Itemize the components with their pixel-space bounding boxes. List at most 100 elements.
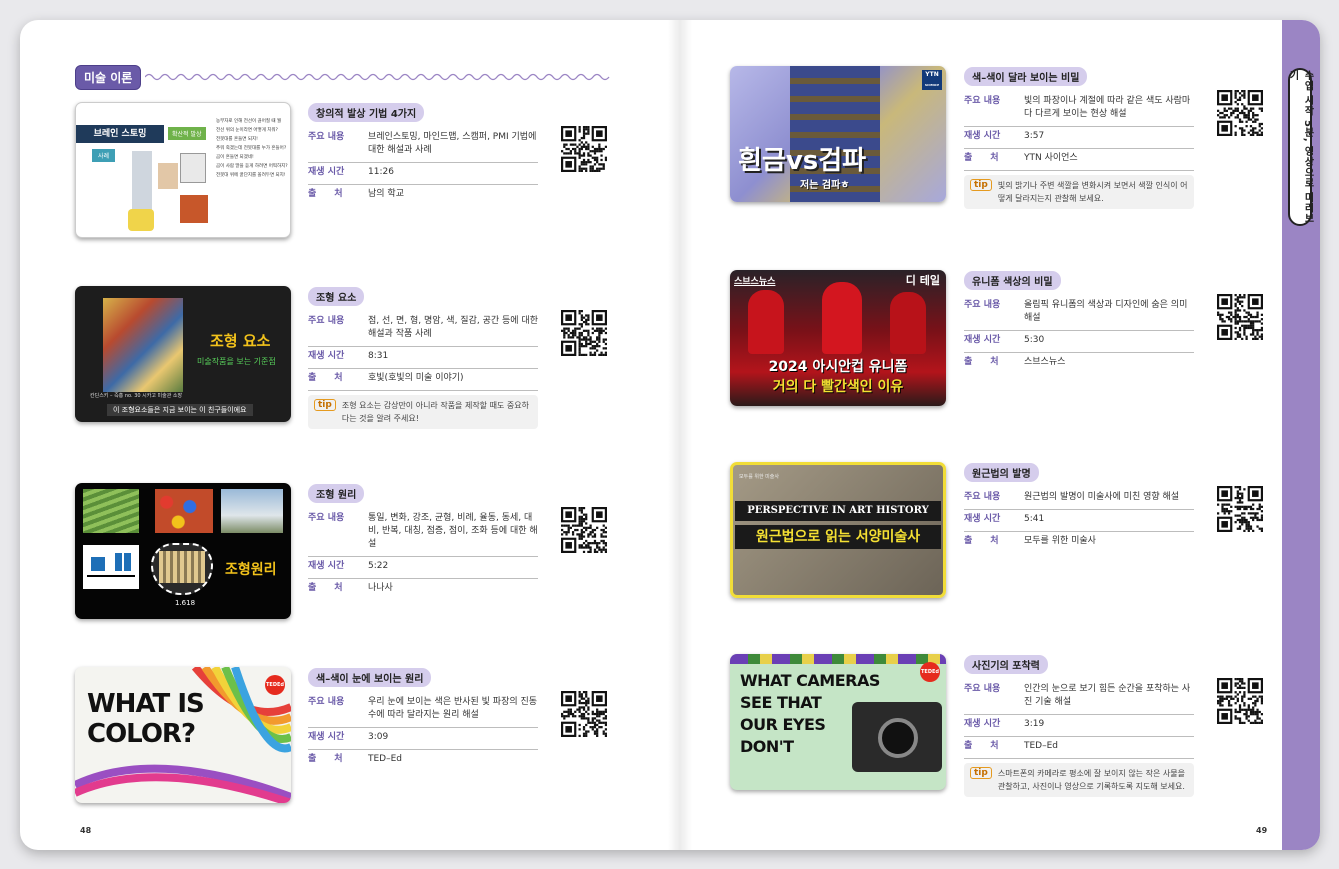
thumb-caption-top: 칸딘스키 – 즉흥 no. 30 시카고 미술관 소장	[90, 393, 183, 399]
video-thumbnail-perspective[interactable]: 모두를 위한 미술사 PERSPECTIVE IN ART HISTORY 원근…	[730, 462, 946, 598]
content-label: 주요 내용	[308, 513, 345, 523]
thumb-tile	[83, 545, 139, 589]
source-row: 출 처 호빛(호빛의 미술 이야기)	[308, 369, 538, 391]
content-value: 통일, 변화, 강조, 균형, 비례, 율동, 동세, 대비, 반복, 대칭, …	[368, 513, 538, 549]
source-value: TED–Ed	[1024, 741, 1059, 751]
thumb-main: 조형 요소	[210, 332, 271, 350]
sidebar-tab[interactable]: 수업 시작 5분, 영상으로 미리보기	[1287, 68, 1313, 226]
thumb-sub: 미술작품을 보는 기준점	[197, 357, 276, 366]
thumb-painting	[103, 298, 183, 392]
qr-code-icon[interactable]	[561, 691, 607, 737]
thumb-line: SEE THAT	[740, 693, 822, 712]
qr-code-icon[interactable]	[561, 310, 607, 356]
video-thumbnail-form-principles[interactable]: 1.618 조형원리	[75, 483, 291, 619]
source-row: 출 처 스브스뉴스	[964, 353, 1194, 374]
source-value: 스브스뉴스	[1024, 357, 1066, 367]
content-row: 주요 내용 인간의 눈으로 보기 힘든 순간을 포착하는 사진 기술 해설	[964, 680, 1194, 715]
duration-row: 재생 시간 5:30	[964, 331, 1194, 353]
video-title: 색–색이 눈에 보이는 원리	[308, 668, 432, 687]
video-thumbnail-what-is-color[interactable]: TEDEd WHAT IS COLOR?	[75, 667, 291, 803]
source-label: 출 처	[308, 754, 343, 764]
qr-code-icon[interactable]	[1217, 678, 1263, 724]
content-label: 주요 내용	[308, 316, 345, 326]
tip-badge: tip	[970, 767, 992, 779]
duration-value: 3:19	[1024, 719, 1045, 729]
content-row: 주요 내용 우리 눈에 보이는 색은 반사된 빛 파장의 진동수에 따라 달라지는…	[308, 693, 538, 728]
duration-label: 재생 시간	[308, 732, 345, 742]
video-thumbnail-cameras[interactable]: TEDEd WHAT CAMERAS SEE THAT OUR EYES DON…	[730, 654, 946, 790]
ted-logo: TEDEd	[265, 675, 285, 695]
content-value: 점, 선, 면, 형, 명암, 색, 질감, 공간 등에 대한 해설과 작품 사…	[368, 316, 538, 339]
video-title: 사진기의 포착력	[964, 655, 1048, 674]
content-row: 주요 내용 브레인스토밍, 마인드맵, 스캠퍼, PMI 기법에 대한 해설과 사…	[308, 128, 538, 163]
duration-row: 재생 시간 3:19	[964, 715, 1194, 737]
ted-logo: TEDEd	[920, 662, 940, 682]
source-label: 출 처	[964, 357, 999, 367]
qr-code-icon[interactable]	[561, 126, 607, 172]
duration-label: 재생 시간	[964, 131, 1001, 141]
thumb-tag: 디 테일	[905, 274, 940, 287]
qr-code-icon[interactable]	[561, 507, 607, 553]
qr-code-icon[interactable]	[1217, 486, 1263, 532]
chapter-sidebar: 수업 시작 5분, 영상으로 미리보기	[1282, 20, 1320, 850]
thumb-heading: 브레인 스토밍	[76, 125, 164, 143]
content-value: 원근법의 발명이 미술사에 미친 영향 해설	[1024, 492, 1180, 502]
qr-code-icon[interactable]	[1217, 294, 1263, 340]
thumb-line: 농부자로 인해 전선이 끊어질 때 뭘	[216, 119, 282, 124]
thumb-main: 조형원리	[225, 562, 277, 578]
duration-label: 재생 시간	[964, 719, 1001, 729]
thumb-line: 추워 죽겠는데 전봇대를 누가 흔들어?	[216, 146, 287, 151]
video-thumbnail-the-dress[interactable]: YTN SCIENCE 흰금vs검파 저는 검파ㅎ	[730, 66, 946, 202]
thumb-tile	[155, 489, 213, 533]
duration-label: 재생 시간	[308, 351, 345, 361]
thumb-headline: WHAT CAMERAS SEE THAT OUR EYES DON'T	[740, 670, 880, 758]
content-row: 주요 내용 올림픽 유니폼의 색상과 디자인에 숨은 의미 해설	[964, 296, 1194, 331]
qr-code-icon[interactable]	[1217, 90, 1263, 136]
thumb-line: WHAT CAMERAS	[740, 671, 880, 690]
section-title: 미술 이론	[75, 64, 142, 90]
source-row: 출 처 나나사	[308, 579, 538, 600]
thumb-tile	[83, 489, 139, 533]
thumb-main: 흰금vs검파	[738, 146, 867, 176]
video-title: 유니폼 색상의 비밀	[964, 271, 1061, 290]
video-info: 사진기의 포착력 주요 내용 인간의 눈으로 보기 힘든 순간을 포착하는 사진 …	[964, 654, 1194, 797]
page-gutter	[668, 20, 692, 850]
source-row: 출 처 모두를 위한 미술사	[964, 532, 1194, 553]
sidebar-tab-label: 수업 시작 5분, 영상으로 미리보기	[1287, 70, 1313, 224]
thumb-line: DON'T	[740, 737, 794, 756]
video-thumbnail-form-elements[interactable]: 조형 요소 미술작품을 보는 기준점 칸딘스키 – 즉흥 no. 30 시카고 …	[75, 286, 291, 422]
video-thumbnail-uniform-colors[interactable]: 스브스뉴스 디 테일 2024 아시안컵 유니폼 거의 다 빨간색인 이유	[730, 270, 946, 406]
video-title: 색–색이 달라 보이는 비밀	[964, 67, 1088, 86]
source-label: 출 처	[964, 153, 999, 163]
duration-value: 5:30	[1024, 335, 1045, 345]
section-badge: 미술 이론	[75, 64, 142, 90]
source-value: 남의 학교	[368, 189, 404, 199]
thumb-headline: WHAT IS COLOR?	[87, 689, 205, 749]
source-value: TED–Ed	[368, 754, 403, 764]
content-label: 주요 내용	[308, 132, 345, 142]
ytn-logo-sub: SCIENCE	[924, 83, 940, 87]
duration-row: 재생 시간 5:22	[308, 557, 538, 579]
source-value: 호빛(호빛의 미술 이야기)	[368, 373, 464, 383]
source-row: 출 처 YTN 사이언스	[964, 149, 1194, 171]
duration-label: 재생 시간	[308, 561, 345, 571]
content-row: 주요 내용 점, 선, 면, 형, 명암, 색, 질감, 공간 등에 대한 해설과…	[308, 312, 538, 347]
video-info: 원근법의 발명 주요 내용 원근법의 발명이 미술사에 미친 영향 해설 재생 시…	[964, 462, 1194, 553]
source-label: 출 처	[308, 583, 343, 593]
thumb-tile	[151, 543, 213, 595]
video-title: 조형 요소	[308, 287, 365, 306]
thumb-caption: 이 조형요소들은 지금 보이는 이 친구들이에요	[107, 404, 253, 416]
duration-value: 3:57	[1024, 131, 1045, 141]
tip-badge: tip	[314, 399, 336, 411]
content-label: 주요 내용	[964, 684, 1001, 694]
tip-box: tip 빛의 밝기나 주변 색깔을 변화시켜 보면서 색깔 인식이 어떻게 달라…	[964, 175, 1194, 209]
video-thumbnail-brainstorming[interactable]: 브레인 스토밍 확산적 발상 사례 농부자로 인해 전선이 끊어질 때 뭘 전선…	[75, 102, 291, 238]
thumb-ratio: 1.618	[175, 599, 196, 607]
thumb-line1: PERSPECTIVE IN ART HISTORY	[735, 501, 941, 521]
content-value: 인간의 눈으로 보기 힘든 순간을 포착하는 사진 기술 해설	[1024, 684, 1191, 707]
tip-box: tip 조형 요소는 감상만이 아니라 작품을 제작할 때도 중요하다는 것을 …	[308, 395, 538, 429]
thumb-text-lines: 농부자로 인해 전선이 끊어질 때 뭘 전선 위의 눈이라면 어떻게 치워? 전…	[216, 117, 290, 180]
duration-value: 5:22	[368, 561, 389, 571]
video-info: 조형 원리 주요 내용 통일, 변화, 강조, 균형, 비례, 율동, 동세, 대…	[308, 483, 538, 600]
tip-box: tip 스마트폰의 카메라로 평소에 잘 보이지 않는 작은 사물을 관찰하고,…	[964, 763, 1194, 797]
